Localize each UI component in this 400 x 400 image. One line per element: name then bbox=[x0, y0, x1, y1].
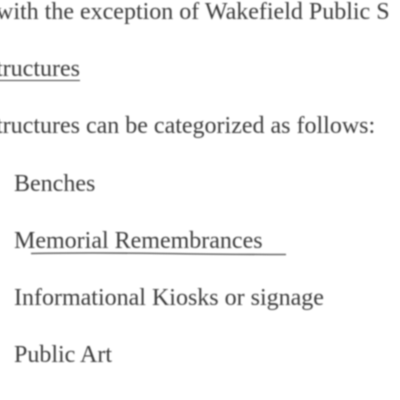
handwritten-underline-mark bbox=[30, 252, 287, 256]
section-heading-text: tructures bbox=[0, 56, 80, 82]
list-item-informational-kiosks: Informational Kiosks or signage bbox=[14, 285, 324, 311]
categories-intro-line: tructures can be categorized as follows: bbox=[0, 113, 376, 139]
intro-text-line: with the exception of Wakefield Public S bbox=[0, 0, 390, 25]
document-page: with the exception of Wakefield Public S… bbox=[0, 0, 400, 400]
list-item-benches: Benches bbox=[14, 171, 96, 197]
list-item-public-art: Public Art bbox=[14, 342, 113, 368]
section-heading: tructures bbox=[0, 55, 80, 83]
